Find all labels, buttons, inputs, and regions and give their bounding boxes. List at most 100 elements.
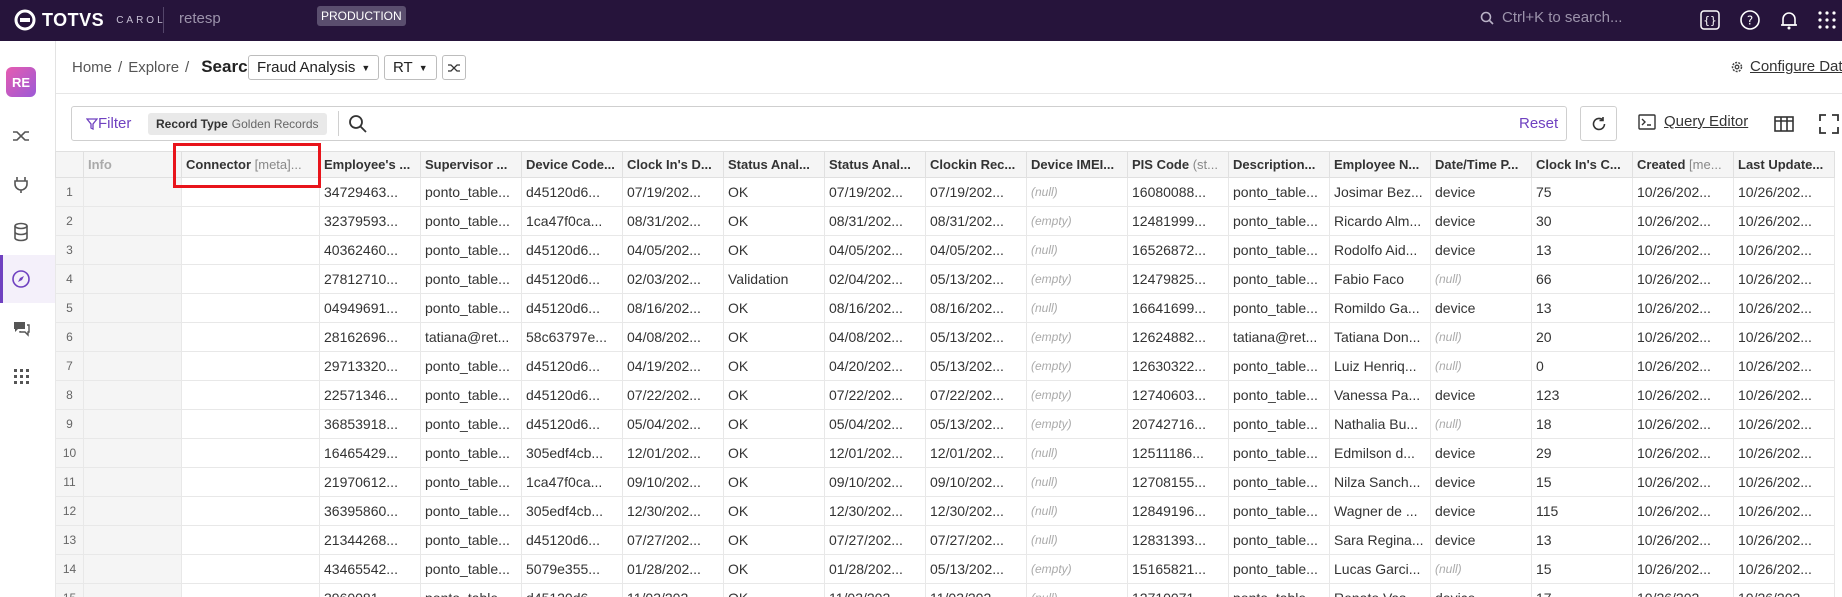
column-header[interactable]: Device IMEI... bbox=[1026, 151, 1128, 178]
table-cell[interactable]: 66 bbox=[1531, 264, 1633, 294]
table-cell[interactable]: 12849196... bbox=[1127, 496, 1229, 526]
table-cell[interactable]: ponto_table... bbox=[420, 351, 522, 381]
table-cell[interactable]: 17 bbox=[1531, 583, 1633, 597]
table-cell[interactable]: 12708155... bbox=[1127, 467, 1229, 497]
table-cell[interactable]: 10/26/202... bbox=[1733, 177, 1835, 207]
column-header[interactable]: Employee's ... bbox=[319, 151, 421, 178]
refresh-button[interactable] bbox=[1580, 106, 1617, 141]
table-cell[interactable]: ponto_table... bbox=[1228, 438, 1330, 468]
table-cell[interactable]: (null) bbox=[1026, 177, 1128, 207]
table-cell[interactable]: 07/19/202... bbox=[622, 177, 724, 207]
table-cell[interactable]: 10/26/202... bbox=[1632, 409, 1734, 439]
table-cell[interactable]: 10/26/202... bbox=[1733, 409, 1835, 439]
table-cell[interactable]: 08/31/202... bbox=[925, 206, 1027, 236]
table-cell[interactable]: ponto_table... bbox=[1228, 380, 1330, 410]
apps-icon[interactable] bbox=[10, 365, 32, 387]
table-cell[interactable]: 02/03/202... bbox=[622, 264, 724, 294]
mode-select[interactable]: RT ▼ bbox=[384, 55, 437, 80]
table-row[interactable]: 14 43465542... ponto_table... 5079e355... 01… bbox=[55, 554, 1835, 584]
table-cell[interactable]: ponto_table... bbox=[420, 583, 522, 597]
info-cell[interactable] bbox=[83, 583, 182, 597]
table-cell[interactable]: ponto_table... bbox=[420, 467, 522, 497]
column-header[interactable]: Clock In's D... bbox=[622, 151, 724, 178]
table-cell[interactable]: OK bbox=[723, 206, 825, 236]
table-cell[interactable]: (empty) bbox=[1026, 351, 1128, 381]
table-row[interactable]: 9 36853918... ponto_table... d45120d6... 05/… bbox=[55, 409, 1835, 439]
table-cell[interactable]: 10/26/202... bbox=[1632, 496, 1734, 526]
breadcrumb-explore[interactable]: Explore bbox=[128, 59, 179, 76]
table-cell[interactable]: 10/26/202... bbox=[1632, 293, 1734, 323]
table-cell[interactable]: 09/10/202... bbox=[925, 467, 1027, 497]
table-cell[interactable]: OK bbox=[723, 467, 825, 497]
table-cell[interactable]: 20 bbox=[1531, 322, 1633, 352]
search-icon[interactable] bbox=[348, 114, 368, 134]
table-cell[interactable]: 43465542... bbox=[319, 554, 421, 584]
table-cell[interactable]: 04949691... bbox=[319, 293, 421, 323]
table-cell[interactable]: Ricardo Alm... bbox=[1329, 206, 1431, 236]
table-cell[interactable]: 01/28/202... bbox=[622, 554, 724, 584]
totvs-logo[interactable]: TOTVS CAROL bbox=[14, 6, 166, 34]
table-cell[interactable]: ponto_table... bbox=[420, 554, 522, 584]
table-cell[interactable] bbox=[181, 177, 320, 207]
table-cell[interactable]: d45120d6... bbox=[521, 583, 623, 597]
table-cell[interactable]: OK bbox=[723, 525, 825, 555]
braces-icon[interactable]: {} bbox=[1698, 8, 1722, 32]
table-cell[interactable]: 04/20/202... bbox=[824, 351, 926, 381]
table-row[interactable]: 6 28162696... tatiana@ret... 58c63797e... 04… bbox=[55, 322, 1835, 352]
info-cell[interactable] bbox=[83, 467, 182, 497]
table-cell[interactable]: 20742716... bbox=[1127, 409, 1229, 439]
table-cell[interactable]: 21344268... bbox=[319, 525, 421, 555]
table-cell[interactable]: 08/16/202... bbox=[925, 293, 1027, 323]
table-cell[interactable]: 11/03/202... bbox=[622, 583, 724, 597]
table-cell[interactable]: 22571346... bbox=[319, 380, 421, 410]
table-cell[interactable]: device bbox=[1430, 177, 1532, 207]
table-cell[interactable] bbox=[181, 264, 320, 294]
table-cell[interactable] bbox=[181, 293, 320, 323]
table-cell[interactable]: 40362460... bbox=[319, 235, 421, 265]
table-cell[interactable]: 16526872... bbox=[1127, 235, 1229, 265]
table-cell[interactable]: 12481999... bbox=[1127, 206, 1229, 236]
table-cell[interactable]: 08/16/202... bbox=[622, 293, 724, 323]
table-cell[interactable]: 36395860... bbox=[319, 496, 421, 526]
table-cell[interactable]: device bbox=[1430, 438, 1532, 468]
table-cell[interactable]: Romildo Ga... bbox=[1329, 293, 1431, 323]
record-type-chip[interactable]: Record Type Golden Records bbox=[148, 113, 327, 135]
table-cell[interactable]: ponto_table... bbox=[1228, 351, 1330, 381]
columns-icon[interactable] bbox=[1773, 113, 1795, 135]
table-cell[interactable]: Rodolfo Aid... bbox=[1329, 235, 1431, 265]
table-cell[interactable]: device bbox=[1430, 583, 1532, 597]
table-cell[interactable]: d45120d6... bbox=[521, 409, 623, 439]
table-cell[interactable]: 28162696... bbox=[319, 322, 421, 352]
table-cell[interactable] bbox=[181, 351, 320, 381]
table-cell[interactable]: 10/26/202... bbox=[1733, 380, 1835, 410]
info-cell[interactable] bbox=[83, 264, 182, 294]
table-cell[interactable]: ponto_table... bbox=[420, 525, 522, 555]
table-cell[interactable]: 10/26/202... bbox=[1733, 235, 1835, 265]
table-cell[interactable] bbox=[181, 206, 320, 236]
filter-button[interactable]: Filter bbox=[86, 115, 131, 132]
table-cell[interactable]: tatiana@ret... bbox=[420, 322, 522, 352]
table-cell[interactable]: 16641699... bbox=[1127, 293, 1229, 323]
table-cell[interactable]: (empty) bbox=[1026, 264, 1128, 294]
table-cell[interactable] bbox=[181, 554, 320, 584]
table-cell[interactable]: 36853918... bbox=[319, 409, 421, 439]
table-cell[interactable]: ponto_table... bbox=[1228, 177, 1330, 207]
table-cell[interactable] bbox=[181, 583, 320, 597]
table-cell[interactable]: Fabio Faco bbox=[1329, 264, 1431, 294]
table-cell[interactable]: ponto_table... bbox=[420, 438, 522, 468]
table-row[interactable]: 8 22571346... ponto_table... d45120d6... 07/… bbox=[55, 380, 1835, 410]
table-cell[interactable]: 08/16/202... bbox=[824, 293, 926, 323]
table-cell[interactable]: 04/08/202... bbox=[824, 322, 926, 352]
table-cell[interactable]: 04/05/202... bbox=[824, 235, 926, 265]
table-cell[interactable]: 10/26/202... bbox=[1632, 351, 1734, 381]
table-cell[interactable]: 21970612... bbox=[319, 467, 421, 497]
table-cell[interactable]: 07/22/202... bbox=[824, 380, 926, 410]
table-cell[interactable]: 12/01/202... bbox=[824, 438, 926, 468]
query-editor-link[interactable]: Query Editor bbox=[1638, 113, 1748, 130]
table-cell[interactable]: 29713320... bbox=[319, 351, 421, 381]
table-cell[interactable]: device bbox=[1430, 293, 1532, 323]
column-header[interactable]: Info bbox=[83, 151, 182, 178]
table-cell[interactable]: 04/05/202... bbox=[925, 235, 1027, 265]
info-cell[interactable] bbox=[83, 322, 182, 352]
table-cell[interactable]: 07/19/202... bbox=[824, 177, 926, 207]
